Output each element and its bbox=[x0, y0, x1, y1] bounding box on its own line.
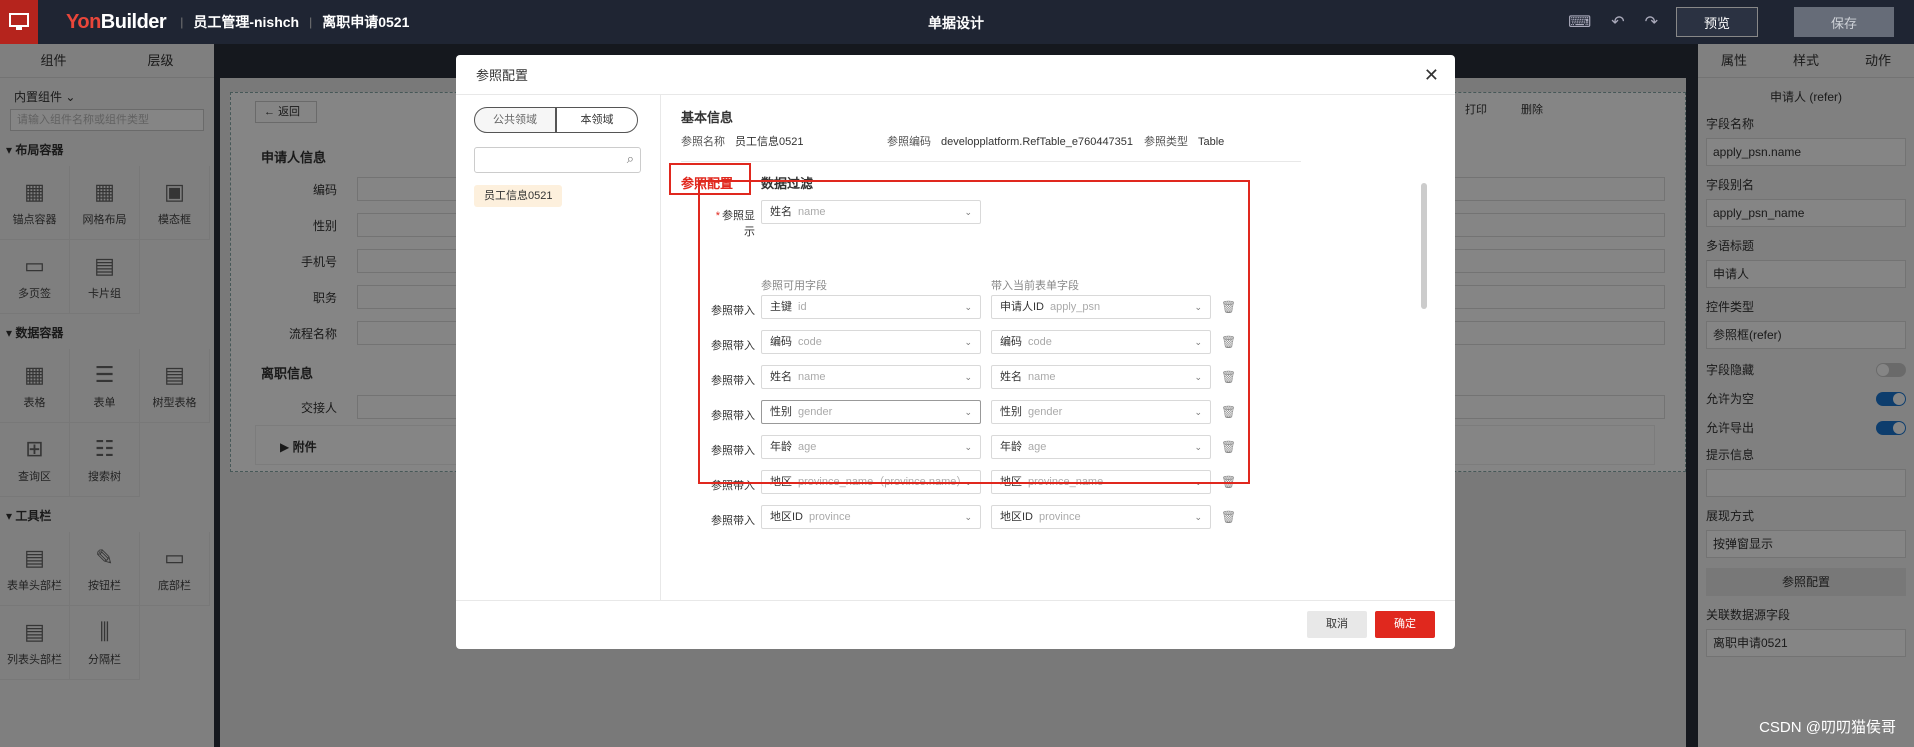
select-main: 地区ID bbox=[770, 511, 803, 523]
ref-type-key: 参照类型 bbox=[1144, 136, 1188, 148]
undo-icon[interactable]: ↶ bbox=[1611, 12, 1624, 32]
ref-list-item[interactable]: 员工信息0521 bbox=[474, 185, 563, 207]
select-main: 地区ID bbox=[1000, 511, 1033, 523]
basic-info-title: 基本信息 bbox=[681, 110, 734, 125]
top-bar: YonBuilder | 员工管理-nishch | 离职申请0521 单据设计… bbox=[0, 0, 1914, 44]
ref-type-value: Table bbox=[1198, 136, 1225, 148]
search-icon[interactable]: ⌕ bbox=[627, 151, 634, 167]
brand-part2: Builder bbox=[100, 10, 167, 33]
divider bbox=[681, 161, 1301, 162]
highlight-box bbox=[698, 180, 1250, 484]
ref-code: 参照编码 developplatform.RefTable_e760447351 bbox=[887, 133, 1133, 149]
app-logo[interactable] bbox=[0, 0, 38, 44]
modal-left-pane: 公共领域 本领域 ⌕ 员工信息0521 bbox=[456, 95, 661, 600]
select-sub: province bbox=[1039, 511, 1081, 523]
ref-name-value: 员工信息0521 bbox=[735, 136, 804, 148]
preview-button[interactable]: 预览 bbox=[1676, 7, 1758, 37]
keyboard-icon[interactable]: ⌨ bbox=[1568, 12, 1591, 32]
ref-config-modal: 参照配置 ✕ 公共领域 本领域 ⌕ 员工信息0521 基本信息 参照名称 员工信息… bbox=[456, 55, 1455, 649]
divider: | bbox=[309, 15, 313, 29]
watermark: CSDN @叨叨猫侯哥 bbox=[1759, 719, 1896, 736]
modal-header: 参照配置 ✕ bbox=[456, 55, 1455, 95]
close-icon[interactable]: ✕ bbox=[1424, 65, 1439, 86]
chevron-down-icon: ⌄ bbox=[1194, 512, 1202, 522]
cancel-button[interactable]: 取消 bbox=[1307, 611, 1367, 638]
modal-right-pane: 基本信息 参照名称 员工信息0521 参照编码 developplatform.Re… bbox=[661, 95, 1455, 600]
mapping-select[interactable]: 地区ID province ⌄ bbox=[991, 505, 1211, 529]
this-domain-button[interactable]: 本领域 bbox=[556, 107, 638, 133]
brand-name: YonBuilder bbox=[66, 10, 167, 34]
modal-title: 参照配置 bbox=[476, 68, 529, 83]
trash-icon[interactable]: 🗑 bbox=[1221, 510, 1236, 524]
top-actions: ⌨ ↶ ↷ 预览 保存 bbox=[1568, 0, 1914, 44]
ref-search-input[interactable]: ⌕ bbox=[474, 147, 641, 173]
domain-switch: 公共领域 本领域 bbox=[474, 107, 638, 133]
public-domain-button[interactable]: 公共领域 bbox=[474, 107, 556, 133]
select-sub: province bbox=[809, 511, 851, 523]
divider: | bbox=[180, 15, 184, 29]
redo-icon[interactable]: ↷ bbox=[1645, 12, 1658, 32]
ref-name-key: 参照名称 bbox=[681, 136, 725, 148]
page-title: 单据设计 bbox=[928, 15, 984, 31]
ref-code-key: 参照编码 bbox=[887, 136, 931, 148]
confirm-button[interactable]: 确定 bbox=[1375, 611, 1435, 638]
modal-footer: 取消 确定 bbox=[456, 600, 1455, 649]
mapping-row-label: 参照带入 bbox=[711, 515, 755, 527]
ref-name: 参照名称 员工信息0521 bbox=[681, 133, 803, 149]
breadcrumb-form[interactable]: 离职申请0521 bbox=[322, 12, 409, 32]
scrollbar[interactable] bbox=[1421, 183, 1427, 309]
brand-part1: Yon bbox=[66, 10, 101, 33]
ref-code-value: developplatform.RefTable_e760447351 bbox=[941, 136, 1134, 148]
mapping-select[interactable]: 地区ID province ⌄ bbox=[761, 505, 981, 529]
chevron-down-icon: ⌄ bbox=[964, 512, 972, 522]
save-button[interactable]: 保存 bbox=[1794, 7, 1894, 37]
monitor-icon bbox=[9, 13, 29, 30]
ref-type: 参照类型 Table bbox=[1144, 133, 1224, 149]
breadcrumb-app[interactable]: 员工管理-nishch bbox=[193, 12, 299, 32]
